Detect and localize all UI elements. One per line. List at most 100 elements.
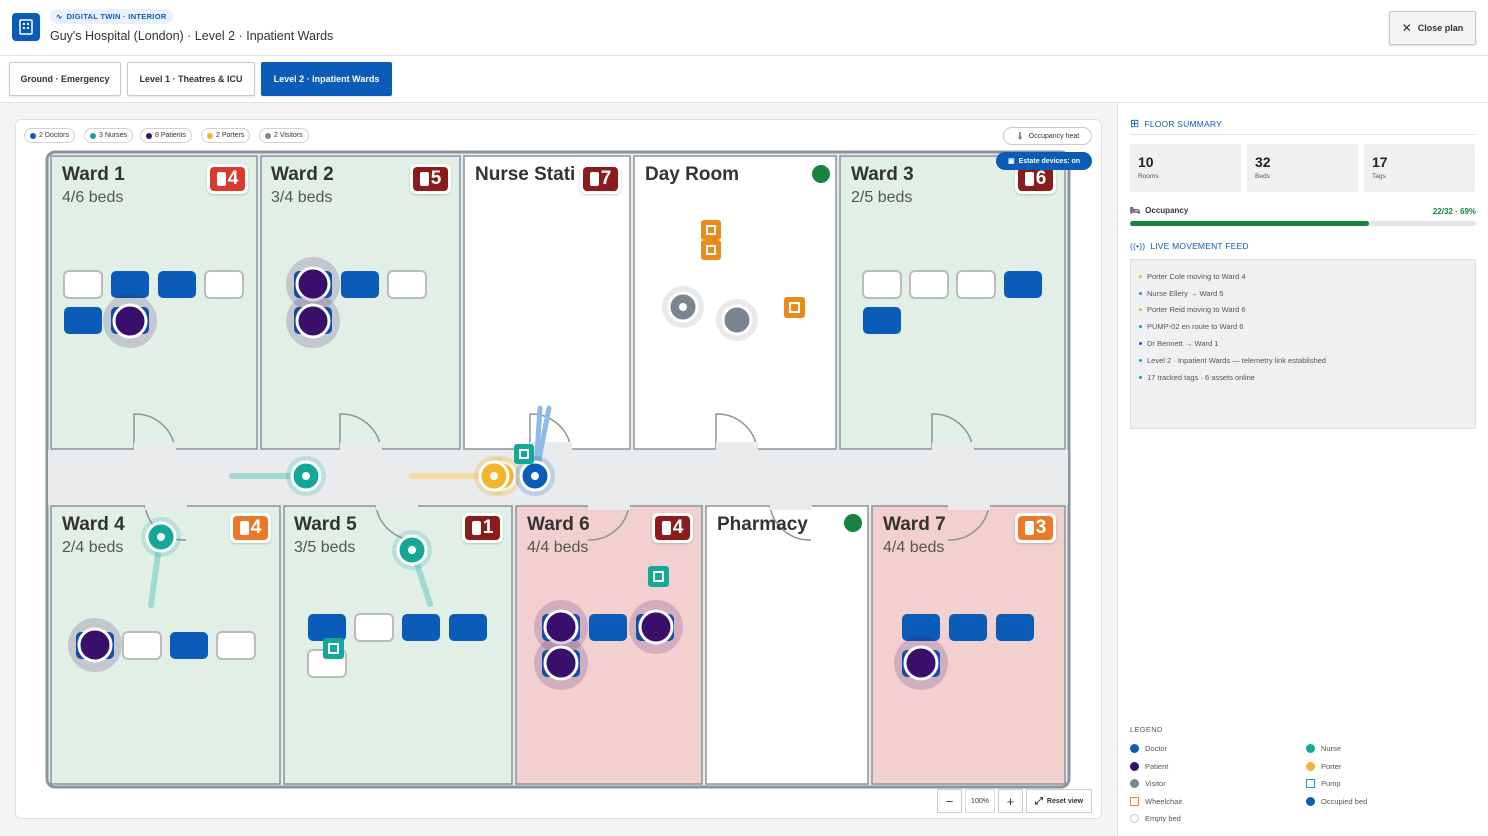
zoom-out-button[interactable]: −: [937, 789, 962, 813]
visitor-icon: [1130, 779, 1139, 789]
pump-marker[interactable]: [323, 638, 344, 659]
count-value: 6: [1035, 168, 1047, 189]
legend: Doctor Nurse Patient Porter Visitor Pump…: [1130, 740, 1476, 828]
count-badge-inner: 6: [1018, 167, 1053, 191]
legend-label: Occupied bed: [1321, 796, 1368, 806]
empty-bed[interactable]: [862, 270, 902, 299]
stat-tags: 17 Tags: [1364, 144, 1475, 192]
count-badge-inner: 7: [583, 167, 618, 191]
patient-marker[interactable]: [286, 294, 340, 348]
legend-item: Doctor: [1130, 740, 1306, 758]
occupied-bed[interactable]: [589, 614, 627, 641]
patient-marker[interactable]: [103, 294, 157, 348]
wheelchair-marker[interactable]: [701, 220, 721, 240]
occupied-bed[interactable]: [1004, 271, 1042, 298]
room-name: Ward 4: [62, 514, 125, 535]
room-name: Ward 6: [527, 514, 590, 535]
count-value: 5: [430, 168, 442, 189]
room-pharmacy[interactable]: [705, 505, 869, 785]
wheelchair-marker[interactable]: [701, 240, 721, 260]
patient-marker[interactable]: [534, 636, 588, 690]
empty-bed[interactable]: [387, 270, 427, 299]
stat-label: Beds: [1255, 173, 1270, 180]
legend-item: Patient: [1130, 758, 1306, 776]
legend-item: Wheelchair: [1130, 793, 1306, 811]
zoom-in-button[interactable]: +: [998, 789, 1023, 813]
room-beds: 2/5 beds: [851, 189, 913, 206]
movement-feed: Porter Cole moving to Ward 4 Nurse Eller…: [1130, 259, 1476, 429]
occupied-bed[interactable]: [170, 632, 208, 659]
occupied-bed[interactable]: [308, 614, 346, 641]
feed-item: 17 tracked tags · 6 assets online: [1139, 369, 1475, 386]
room-nurse-station[interactable]: [463, 155, 631, 450]
occupant-count-badge: 3: [1015, 513, 1056, 543]
room-beds: 2/4 beds: [62, 539, 124, 556]
room-label-ward-1: Ward 1 4/6 beds: [62, 164, 125, 207]
occupied-bed[interactable]: [949, 614, 987, 641]
feed-text: Nurse Ellery → Ward 5: [1147, 288, 1224, 298]
wheelchair-marker[interactable]: [784, 297, 805, 318]
close-plan-button[interactable]: ✕ Close plan: [1389, 11, 1476, 45]
reset-view-label: Reset view: [1046, 797, 1084, 805]
grid-icon: ⊞: [1130, 118, 1140, 130]
occupied-bed[interactable]: [402, 614, 440, 641]
visitor-marker[interactable]: [662, 286, 704, 328]
visitor-marker[interactable]: [716, 299, 758, 341]
bed-icon: 🛏: [1130, 206, 1141, 215]
occupancy-text: Occupancy: [1145, 206, 1189, 215]
empty-bed[interactable]: [63, 270, 103, 299]
occupied-bed[interactable]: [996, 614, 1034, 641]
room-name: Ward 7: [883, 514, 946, 535]
legend-item: Nurse: [1306, 740, 1476, 758]
empty-bed[interactable]: [204, 270, 244, 299]
bed-icon: [1024, 172, 1034, 186]
room-label-ward-4: Ward 4 2/4 beds: [62, 514, 125, 557]
occupied-bed[interactable]: [341, 271, 379, 298]
patient-marker[interactable]: [629, 600, 683, 654]
feed-dot-icon: [1139, 291, 1142, 295]
estate-devices-toggle[interactable]: ▣ Estate devices: on: [996, 152, 1092, 170]
feed-dot-icon: [1139, 325, 1142, 329]
patient-marker[interactable]: [68, 618, 122, 672]
room-name: Day Room: [645, 164, 739, 185]
occupied-bed[interactable]: [64, 307, 102, 334]
room-name: Nurse Stati: [475, 164, 576, 185]
feed-dot-icon: [1139, 308, 1142, 312]
expand-icon: ⤢: [1034, 795, 1043, 807]
count-badge-inner: 4: [655, 516, 690, 540]
legend-item: Porter: [1306, 758, 1476, 776]
room-beds: 4/4 beds: [527, 539, 589, 556]
nurse-marker[interactable]: [141, 517, 181, 557]
legend-item: Pump: [1306, 775, 1476, 793]
occupied-bed[interactable]: [449, 614, 487, 641]
legend-item: Occupied bed: [1306, 793, 1476, 811]
count-value: 3: [1035, 517, 1047, 538]
empty-bed[interactable]: [122, 631, 162, 660]
stat-rooms: 10 Rooms: [1130, 144, 1241, 192]
wheelchair-icon: [1130, 796, 1139, 806]
room-beds: 4/6 beds: [62, 189, 124, 206]
reset-view-button[interactable]: ⤢ Reset view: [1026, 789, 1092, 813]
legend-label: Doctor: [1145, 744, 1168, 754]
bed-icon: [661, 521, 671, 535]
empty-bed[interactable]: [354, 613, 394, 642]
count-badge-inner: 5: [413, 167, 448, 191]
pump-marker[interactable]: [648, 566, 669, 587]
patient-marker[interactable]: [894, 636, 948, 690]
occupied-bed[interactable]: [863, 307, 901, 334]
nurse-marker[interactable]: [286, 456, 326, 496]
legend-item: Empty bed: [1130, 810, 1306, 828]
empty-bed[interactable]: [909, 270, 949, 299]
nurse-marker[interactable]: [392, 530, 432, 570]
empty-bed[interactable]: [956, 270, 996, 299]
occupied-bed[interactable]: [111, 271, 149, 298]
occupancy-label: 🛏 Occupancy: [1130, 206, 1188, 215]
occupant-count-badge: 4: [230, 513, 271, 543]
nurse-icon: [1306, 744, 1315, 754]
floor-summary-label: FLOOR SUMMARY: [1144, 118, 1222, 129]
empty-bed[interactable]: [216, 631, 256, 660]
occupied-bed[interactable]: [158, 271, 196, 298]
porter-marker[interactable]: [474, 456, 514, 496]
room-name: Ward 3: [851, 164, 914, 185]
pump-marker[interactable]: [514, 444, 534, 464]
